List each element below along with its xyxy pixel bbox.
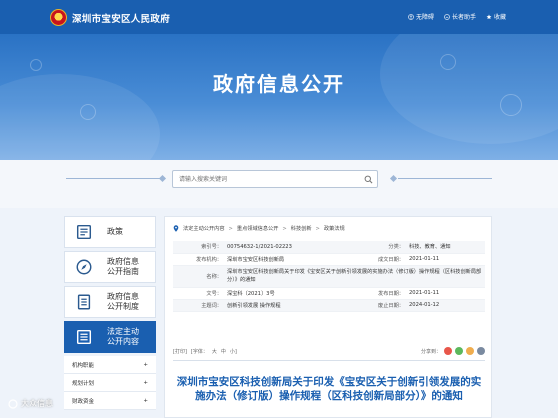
info-row: 文号： 深宝科〔2021〕3号 发布日期： 2021-01-11 <box>173 287 485 300</box>
font-medium-button[interactable]: 中 <box>221 348 226 355</box>
sidebar-item-disclosure-guide[interactable]: 政府信息 公开指南 <box>64 251 156 283</box>
expiry-date-value: 2024-01-12 <box>407 299 485 312</box>
flower-decoration <box>500 94 522 116</box>
divider <box>173 360 485 361</box>
decorative-diamond-left <box>158 174 167 183</box>
info-row: 主题词： 创新引领发展 操作规程 废止日期： 2024-01-12 <box>173 299 485 312</box>
plus-icon: + <box>143 379 148 386</box>
breadcrumb-item[interactable]: 科技创新 <box>291 225 312 232</box>
main-content: 法定主动公开内容 > 重点领域信息公开 > 科技创新 > 政策法规 索引号： 0… <box>164 216 492 418</box>
elder-assistant-icon <box>444 13 450 20</box>
name-label: 名称： <box>173 265 225 288</box>
site-name[interactable]: 深圳市宝安区人民政府 <box>72 11 170 25</box>
keywords-value: 创新引领发展 操作规程 <box>225 299 359 312</box>
book-icon <box>73 221 95 243</box>
favorite-link[interactable]: 收藏 <box>486 12 506 21</box>
elder-assistant-label: 长者助手 <box>451 14 476 21</box>
font-size-label: [字体： <box>190 348 208 355</box>
sidebar-subitem-label: 机构职能 <box>72 362 95 369</box>
index-value: 00754632-1/2021-02223 <box>225 241 359 254</box>
breadcrumb-item[interactable]: 法定主动公开内容 <box>183 225 225 232</box>
document-info-table: 索引号： 00754632-1/2021-02223 分类： 科技、教育、通知 … <box>173 241 485 312</box>
accessibility-icon <box>408 13 414 20</box>
article-toolbar: [打印] [字体： 大 中 小] 分享到： <box>173 345 485 357</box>
breadcrumb-item[interactable]: 政策法规 <box>324 225 345 232</box>
published-date-label: 发布日期： <box>359 287 407 300</box>
watermark-text: 大众信息 <box>21 399 53 408</box>
favorite-label: 收藏 <box>493 14 506 21</box>
sidebar-subitem-label: 规划计划 <box>72 380 95 387</box>
info-row: 名称： 深圳市宝安区科技创新局关于印发《宝安区关于创新引领发展的实施办法（修订版… <box>173 265 485 288</box>
plus-icon: + <box>143 397 148 404</box>
doc-number-value: 深宝科〔2021〕3号 <box>225 287 359 300</box>
national-emblem-logo <box>50 9 67 26</box>
weibo-share-icon[interactable] <box>444 347 452 355</box>
sidebar-subitem-label: 财政资金 <box>72 398 95 405</box>
elder-assistant-link[interactable]: 长者助手 <box>444 12 476 21</box>
published-date-value: 2021-01-11 <box>407 287 485 300</box>
wechat-share-icon[interactable] <box>455 347 463 355</box>
accessibility-label: 无障碍 <box>415 14 434 21</box>
qzone-share-icon[interactable] <box>466 347 474 355</box>
plus-icon: + <box>143 361 148 368</box>
top-bar: 深圳市宝安区人民政府 无障碍 长者助手 收藏 <box>0 0 558 34</box>
breadcrumb-item[interactable]: 重点领域信息公开 <box>237 225 279 232</box>
category-value: 科技、教育、通知 <box>407 241 485 254</box>
search-box <box>172 170 378 188</box>
search-area <box>0 160 558 208</box>
banner-title: 政府信息公开 <box>213 72 345 96</box>
publisher-label: 发布机构： <box>173 253 225 266</box>
category-label: 分类： <box>359 241 407 254</box>
created-date-label: 成文日期： <box>359 253 407 266</box>
document-title: 深圳市宝安区科技创新局关于印发《宝安区关于创新引领发展的实施办法（修订版）操作规… <box>176 376 482 402</box>
breadcrumb: 法定主动公开内容 > 重点领域信息公开 > 科技创新 > 政策法规 <box>173 225 345 232</box>
publisher-value: 深圳市宝安区科技创新局 <box>225 253 359 266</box>
created-date-value: 2021-01-11 <box>407 253 485 266</box>
sidebar-item-statutory-disclosure[interactable]: 法定主动 公开内容 <box>64 321 156 353</box>
top-links: 无障碍 长者助手 收藏 <box>408 12 506 21</box>
sidebar-item-disclosure-system[interactable]: 政府信息 公开制度 <box>64 286 156 318</box>
star-icon <box>486 13 492 19</box>
sidebar-item-label: 法定主动 公开内容 <box>107 327 139 346</box>
print-button[interactable]: [打印] <box>173 348 187 355</box>
font-small-button[interactable]: 小] <box>230 348 237 355</box>
name-value: 深圳市宝安区科技创新局关于印发《宝安区关于创新引领发展的实施办法（修订版）操作规… <box>225 265 485 288</box>
share-label: 分享到： <box>420 348 441 355</box>
decorative-diamond-right <box>389 174 398 183</box>
font-large-button[interactable]: 大 <box>212 348 217 355</box>
keywords-label: 主题词： <box>173 299 225 312</box>
location-pin-icon <box>173 225 179 232</box>
expiry-date-label: 废止日期： <box>359 299 407 312</box>
banner: 政府信息公开 <box>0 34 558 160</box>
grid-list-icon <box>73 326 95 348</box>
watermark-logo-icon <box>8 398 18 409</box>
decorative-line-right <box>398 178 492 179</box>
sidebar-item-policy[interactable]: 政策 <box>64 216 156 248</box>
accessibility-link[interactable]: 无障碍 <box>408 12 434 21</box>
sidebar-item-label: 政府信息 公开制度 <box>107 292 139 311</box>
decorative-line-left <box>66 178 162 179</box>
sidebar-item-label: 政府信息 公开指南 <box>107 257 139 276</box>
breadcrumb-separator: > <box>315 225 320 232</box>
info-row: 发布机构： 深圳市宝安区科技创新局 成文日期： 2021-01-11 <box>173 253 485 266</box>
sidebar: 政策 政府信息 公开指南 政府信息 公开制度 法定主动 公开内容 机构职能 + … <box>64 216 156 410</box>
sidebar-subitem-plans[interactable]: 规划计划 + <box>64 374 156 392</box>
search-input[interactable] <box>179 174 354 185</box>
index-label: 索引号： <box>173 241 225 254</box>
breadcrumb-separator: > <box>282 225 287 232</box>
sidebar-item-label: 政策 <box>107 227 123 236</box>
compass-icon <box>73 256 95 278</box>
info-row: 索引号： 00754632-1/2021-02223 分类： 科技、教育、通知 <box>173 241 485 254</box>
search-icon <box>364 175 372 183</box>
document-list-icon <box>73 291 95 313</box>
breadcrumb-separator: > <box>228 225 233 232</box>
flower-decoration <box>80 104 96 120</box>
sidebar-subitem-finance[interactable]: 财政资金 + <box>64 392 156 410</box>
sidebar-subitem-institutions[interactable]: 机构职能 + <box>64 356 156 374</box>
watermark: 大众信息 <box>8 398 53 409</box>
doc-number-label: 文号： <box>173 287 225 300</box>
search-button[interactable] <box>359 171 377 187</box>
more-share-icon[interactable] <box>477 347 485 355</box>
